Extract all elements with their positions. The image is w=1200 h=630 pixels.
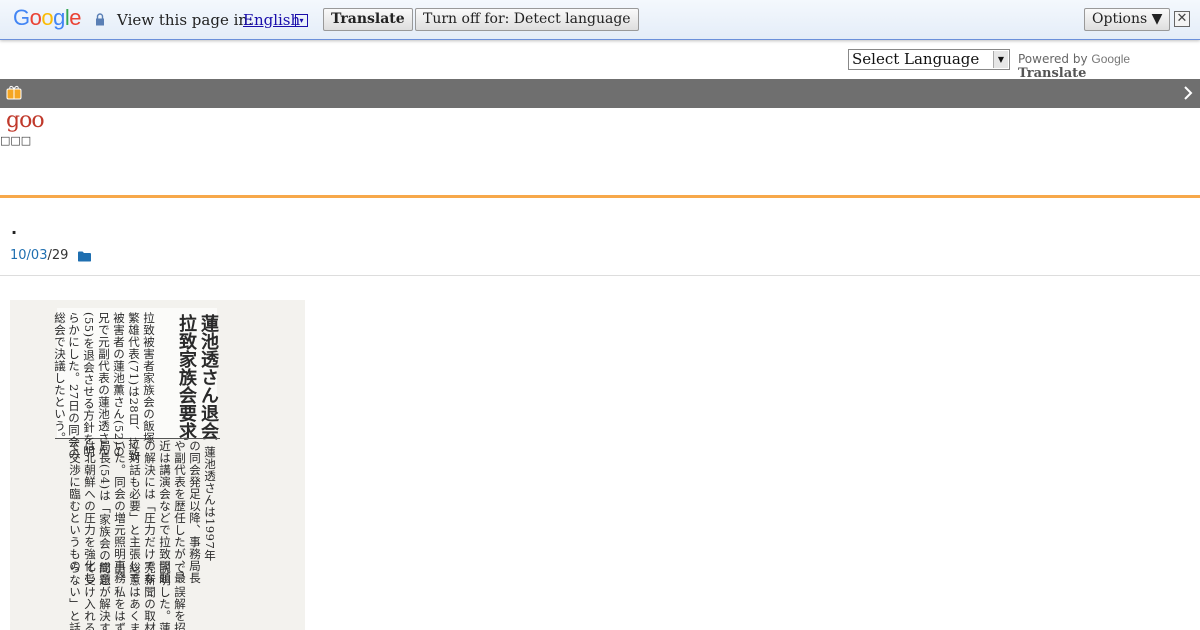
translate-bar: Google View this page in: English ▾ Tran… xyxy=(0,0,1200,40)
goo-logo[interactable]: goo xyxy=(6,108,45,133)
clipping-column: で、誤解を招く xyxy=(173,562,187,630)
clipping-column: 繁雄代表(71)は28日、拉致 xyxy=(127,312,141,462)
view-page-label: View this page in: xyxy=(117,11,254,29)
clipping-column: て受け入れるが xyxy=(83,562,97,630)
folder-icon[interactable] xyxy=(78,251,91,262)
post-title: . xyxy=(11,219,18,238)
blog-header-bar xyxy=(0,79,1200,108)
dropdown-arrow-icon: ▼ xyxy=(993,51,1008,68)
clipping-column: 出。私をはずす xyxy=(113,562,127,630)
post-divider xyxy=(0,275,1200,276)
lock-icon xyxy=(96,13,104,26)
language-link[interactable]: English xyxy=(243,11,300,29)
powered-by-label: Powered by xyxy=(1018,52,1088,66)
post-date-suffix: /29 xyxy=(47,248,69,263)
clipping-column: の同会発足以降、事務局長 xyxy=(188,440,202,584)
clipping-column: 説明した。蓮池 xyxy=(158,562,172,630)
clipping-column: らない」と話し xyxy=(68,562,82,630)
clipping-column: 総会で決議したという。 xyxy=(53,312,67,444)
select-language-dropdown[interactable]: Select Language ▼ xyxy=(848,49,1010,70)
select-language-label: Select Language xyxy=(852,50,980,68)
chevron-right-icon[interactable] xyxy=(1183,86,1193,100)
clipping-column: 被害者の蓮池薫さん(52)の xyxy=(112,312,126,458)
clipping-column: らかにした。27日の同会の xyxy=(67,312,81,460)
post-date: 10/03/29 xyxy=(10,248,68,263)
clipping-column: 問題が解決する xyxy=(98,562,112,630)
clipping-column: 兄で元副代表の蓮池透さん xyxy=(97,312,111,456)
turn-off-button[interactable]: Turn off for: Detect language xyxy=(415,8,639,31)
clipping-headline-2: 拉致家族会要求 xyxy=(176,314,197,440)
header-divider xyxy=(0,195,1200,198)
clipping-column: 拉致被害者家族会の飯塚 xyxy=(142,312,156,444)
clipping-column: (55)を退会させる方針を明 xyxy=(82,312,96,458)
clipping-column: て交渉に臨むというもの xyxy=(68,440,82,572)
google-wordmark: Google xyxy=(1091,52,1131,66)
clipping-column: 総意はあくまで xyxy=(128,562,142,630)
translate-button[interactable]: Translate xyxy=(323,8,413,31)
gift-icon[interactable] xyxy=(6,85,22,100)
close-icon[interactable]: ✕ xyxy=(1174,11,1190,27)
newspaper-clipping-image: 蓮池透さん退会 拉致家族会要求 拉致被害者家族会の飯塚 繁雄代表(71)は28日… xyxy=(10,300,305,630)
google-logo: Google xyxy=(13,5,82,30)
post-date-link[interactable]: 10/03 xyxy=(10,248,47,263)
blog-subtitle: □□□ xyxy=(0,134,32,147)
clipping-column: 売新聞の取材に xyxy=(143,562,157,630)
powered-by-google-translate[interactable]: Powered by Google Translate xyxy=(1018,52,1200,81)
clipping-column: 蓮池透さんは1997年 xyxy=(203,446,217,562)
options-button[interactable]: Options ▼ xyxy=(1084,8,1171,31)
chevron-down-icon[interactable]: ▾ xyxy=(295,14,308,27)
